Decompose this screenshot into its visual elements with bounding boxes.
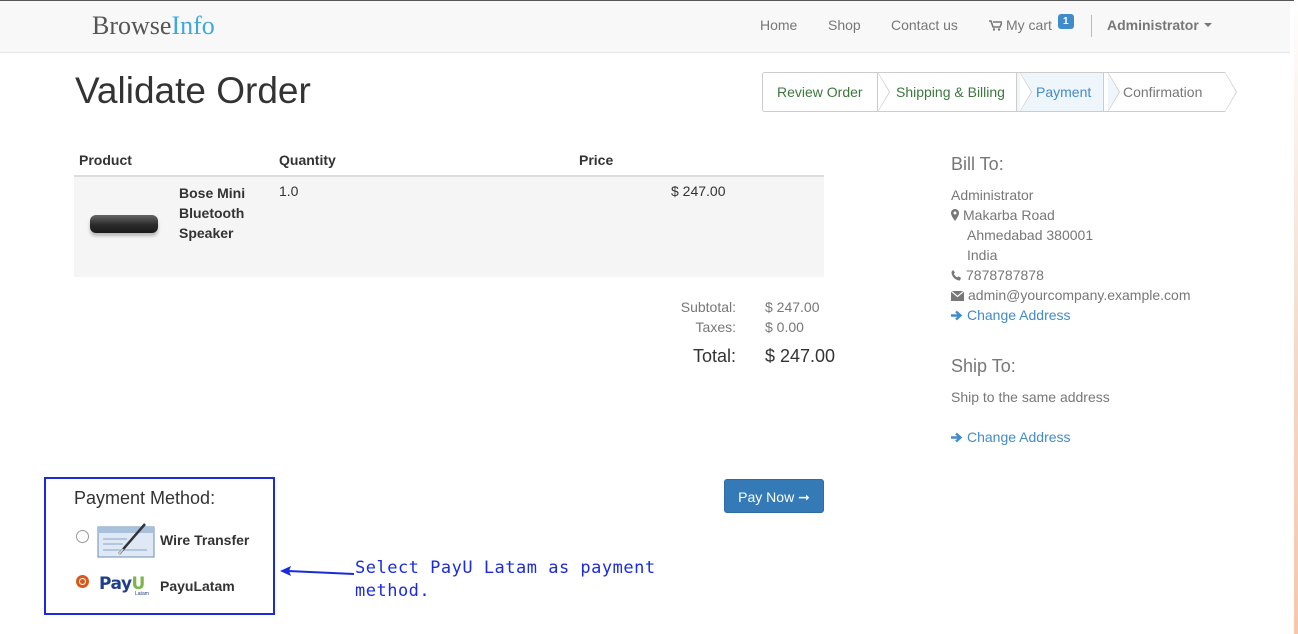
bill-to-city: Ahmedabad 380001 [967, 227, 1094, 243]
product-name-line: Bose Mini [179, 185, 246, 201]
bill-to-street: Makarba Road [951, 207, 1055, 223]
column-header-price: Price [579, 152, 614, 168]
bill-to-phone-text: 7878787878 [966, 267, 1044, 283]
pay-now-button[interactable]: Pay Now ➞ [724, 479, 824, 513]
product-image [90, 215, 158, 233]
user-menu[interactable]: Administrator [1107, 17, 1212, 33]
nav-contact[interactable]: Contact us [891, 17, 958, 33]
nav-cart-label: My cart [1006, 17, 1052, 33]
wizard-step-label: Review Order [777, 84, 863, 100]
nav-home[interactable]: Home [760, 17, 797, 33]
map-marker-icon [951, 209, 959, 221]
product-name-line: Bluetooth [179, 205, 245, 221]
bill-to-name: Administrator [951, 187, 1034, 203]
change-address-label: Change Address [967, 429, 1071, 445]
taxes-value: $ 0.00 [765, 319, 804, 335]
wire-transfer-radio[interactable] [76, 530, 89, 543]
payment-method-title: Payment Method: [74, 488, 216, 508]
bill-to-phone: 7878787878 [951, 267, 1044, 283]
bill-to-street-text: Makarba Road [963, 207, 1055, 223]
total-value: $ 247.00 [765, 346, 836, 366]
step-arrow-inner [1225, 73, 1236, 111]
wizard-step-label: Shipping & Billing [896, 84, 1005, 100]
navbar: BrowseInfo Home Shop Contact us My cart … [0, 1, 1290, 53]
bill-to-change-address-link[interactable]: Change Address [951, 307, 1071, 323]
nav-shop[interactable]: Shop [828, 17, 861, 33]
shopping-cart-icon [989, 20, 1002, 31]
wire-transfer-check-icon [97, 523, 155, 558]
subtotal-label: Subtotal: [680, 299, 736, 315]
annotation-arrow-icon [280, 566, 355, 576]
nav-cart[interactable]: My cart [989, 17, 1052, 33]
payulatam-label[interactable]: PayuLatam [160, 578, 235, 594]
product-quantity: 1.0 [279, 183, 299, 199]
bill-to-heading: Bill To: [951, 154, 1004, 174]
brand-logo[interactable]: BrowseInfo [92, 11, 215, 41]
brand-part1: Browse [92, 11, 172, 40]
bill-to-email: admin@yourcompany.example.com [951, 287, 1191, 303]
payulatam-radio[interactable] [76, 575, 89, 588]
total-label: Total: [692, 346, 736, 366]
nav-separator [1091, 15, 1092, 37]
envelope-icon [951, 291, 964, 301]
step-arrow-inner [1108, 73, 1119, 111]
arrow-right-icon [951, 310, 963, 321]
product-name-line: Speaker [179, 225, 234, 241]
ship-to-text: Ship to the same address [951, 389, 1110, 405]
product-price: $ 247.00 [671, 183, 726, 199]
page-title: Validate Order [75, 70, 311, 111]
wizard-step-label: Confirmation [1123, 84, 1203, 100]
taxes-label: Taxes: [695, 319, 736, 335]
column-header-quantity: Quantity [279, 152, 336, 168]
subtotal-value: $ 247.00 [765, 299, 820, 315]
ship-to-change-address-link[interactable]: Change Address [951, 429, 1071, 445]
wire-transfer-label[interactable]: Wire Transfer [160, 532, 249, 548]
step-arrow-inner [878, 73, 889, 111]
step-arrow-inner [1020, 73, 1031, 111]
annotation-line: method. [355, 581, 431, 601]
phone-icon [951, 270, 961, 281]
wizard-step-label: Payment [1036, 84, 1092, 100]
bill-to-email-text: admin@yourcompany.example.com [968, 287, 1191, 303]
brand-part2: Info [171, 11, 215, 40]
annotation-note: Select PayU Latam as payment method. [355, 557, 656, 603]
wizard-step-confirmation[interactable]: Confirmation [1103, 72, 1237, 112]
wizard-step-review-order[interactable]: Review Order [762, 72, 890, 112]
wizard-step-shipping-billing[interactable]: Shipping & Billing [877, 72, 1032, 112]
payu-logo-sub: Latam [135, 591, 149, 597]
table-row: Bose Mini Bluetooth Speaker 1.0 $ 247.00 [74, 177, 824, 277]
arrow-right-icon [951, 432, 963, 443]
chevron-down-icon [1203, 23, 1212, 27]
user-menu-label: Administrator [1107, 17, 1199, 33]
cart-count-badge: 1 [1058, 14, 1074, 29]
column-header-product: Product [79, 152, 132, 168]
change-address-label: Change Address [967, 307, 1071, 323]
ship-to-heading: Ship To: [951, 356, 1016, 376]
bill-to-country: India [967, 247, 998, 263]
product-name[interactable]: Bose Mini Bluetooth Speaker [179, 183, 269, 243]
window-right-edge [1294, 0, 1298, 634]
annotation-line: Select PayU Latam as payment [355, 558, 656, 578]
